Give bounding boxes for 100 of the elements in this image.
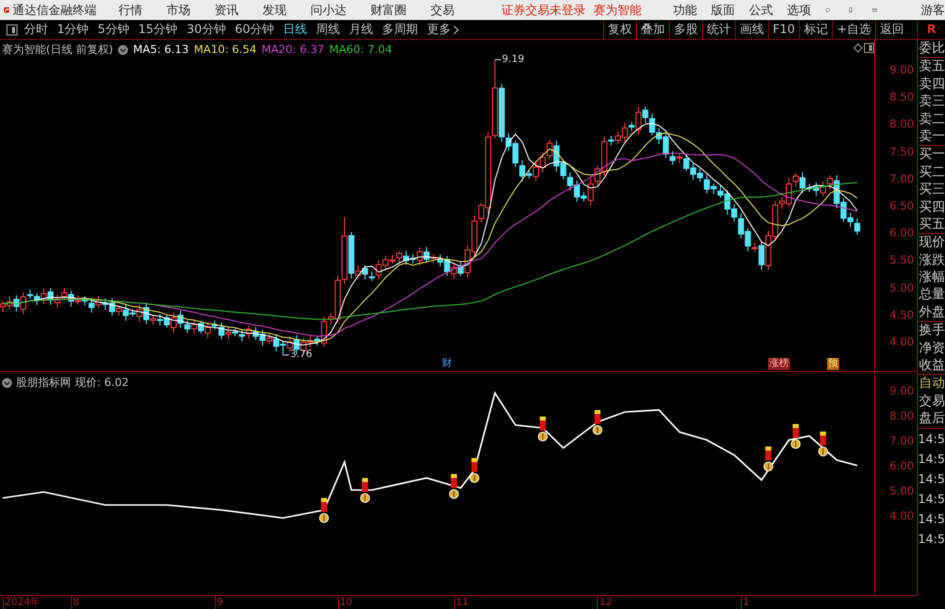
quote-field-label: 涨幅: [919, 269, 945, 286]
quote-field-label: 换手: [919, 322, 945, 340]
menu-item[interactable]: 资讯: [214, 2, 238, 18]
quote-field-label: 买一: [919, 146, 945, 164]
toolbar-button[interactable]: 画线: [734, 20, 768, 39]
quote-field-label: 买五: [919, 216, 945, 234]
menu-item[interactable]: 发现: [262, 2, 286, 18]
more-button[interactable]: 更多: [427, 21, 460, 38]
quote-field-label: 外盘: [919, 304, 945, 322]
axis-tick-label: 6.50: [890, 200, 914, 212]
trade-time: 14:5: [918, 490, 945, 508]
mode-toggle[interactable]: 自动: [919, 375, 945, 393]
axis-tick-label: 7.00: [890, 434, 914, 448]
trade-time: 14:5: [918, 530, 945, 548]
login-status-link[interactable]: 证券交易未登录: [502, 2, 586, 18]
dropdown-circle-icon[interactable]: [118, 44, 128, 54]
axis-tick-label: 4.00: [890, 336, 914, 348]
panel-icon: [864, 43, 874, 53]
coin-marker-icon: [538, 416, 548, 442]
indicator-title: 股朋指标网: [16, 375, 71, 390]
period-tab[interactable]: 多周期: [382, 21, 418, 38]
period-tab[interactable]: 周线: [316, 21, 340, 38]
quote-field-label: 涨跌: [919, 252, 945, 270]
stock-name-link[interactable]: 赛为智能: [594, 2, 642, 18]
app-title: 通达信金融终端: [12, 2, 96, 18]
axis-tick-label: 7.00: [890, 172, 914, 186]
menu-item[interactable]: 财富圈: [370, 2, 406, 18]
event-tag[interactable]: 财: [441, 358, 453, 370]
quote-field-label: 买二: [919, 164, 945, 182]
moving-average-value: MA10: 6.54: [194, 43, 257, 56]
period-tab[interactable]: 30分钟: [186, 21, 226, 38]
period-tab[interactable]: 15分钟: [138, 21, 178, 38]
toolbar-button[interactable]: 复权: [602, 20, 636, 39]
period-tab[interactable]: 5分钟: [98, 21, 130, 38]
toolbar-button[interactable]: 统计: [702, 20, 735, 39]
axis-tick-label: 5.50: [890, 254, 914, 267]
panel-toggle-icon[interactable]: [6, 24, 18, 36]
axis-tick-label: 9.00: [890, 384, 914, 398]
menu-item[interactable]: 公式: [748, 2, 773, 18]
quote-field-label: 卖二: [919, 110, 945, 128]
quote-field-label: 现价: [919, 234, 945, 252]
axis-tick-label: 5.00: [890, 484, 914, 498]
quote-field-label: 卖一: [919, 128, 945, 146]
axis-tick-label: 6.00: [890, 460, 914, 472]
coin-marker-icon: [360, 478, 370, 503]
menu-item[interactable]: 问小达: [310, 2, 346, 18]
toolbar-button[interactable]: 叠加: [636, 20, 669, 39]
panel-label[interactable]: 盘后: [919, 410, 945, 428]
date-axis-label: 2024年: [2, 596, 40, 609]
toolbar-button[interactable]: 标记: [798, 20, 832, 39]
period-tab[interactable]: 日线: [283, 21, 308, 38]
moving-average-value: MA20: 6.37: [262, 43, 324, 56]
quote-field-label: 净资: [919, 340, 945, 358]
quote-field-label: 收益: [919, 357, 945, 374]
period-tab[interactable]: 分时: [24, 21, 48, 38]
period-tab[interactable]: 1分钟: [57, 21, 89, 38]
menu-item[interactable]: 交易: [430, 2, 454, 18]
chevron-icon: [453, 24, 460, 34]
menu-item[interactable]: 功能: [672, 2, 697, 18]
axis-tick-label: 8.00: [890, 118, 914, 131]
coin-marker-icon: [818, 432, 828, 456]
date-axis-label: 9: [214, 596, 224, 609]
quote-field-label: 买四: [919, 198, 945, 216]
period-tab[interactable]: 月线: [349, 21, 374, 38]
moving-average-value: MA60: 7.04: [329, 43, 392, 56]
toolbar-button[interactable]: F10: [768, 20, 799, 39]
axis-tick-label: 9.00: [890, 64, 914, 76]
menu-item[interactable]: 版面: [710, 2, 735, 18]
axis-tick-label: 5.00: [890, 281, 914, 294]
axis-tick-label: 4.00: [890, 510, 914, 522]
date-axis-label: 1: [741, 596, 750, 609]
toolbar-button[interactable]: +自选: [832, 20, 875, 39]
period-tab[interactable]: 60分钟: [234, 21, 274, 38]
trade-time: 14:5: [918, 510, 945, 528]
event-tag[interactable]: 涨榜: [768, 358, 790, 370]
panel-toggle-button[interactable]: R: [917, 20, 945, 39]
coin-marker-icon: [470, 458, 480, 483]
quote-field-label: 委比: [919, 40, 945, 58]
menu-item[interactable]: 选项: [786, 2, 811, 18]
date-axis-label: 11: [454, 596, 469, 609]
date-axis-label: 10: [338, 596, 352, 609]
dropdown-circle-icon[interactable]: [2, 378, 12, 388]
coin-marker-icon: [449, 474, 459, 499]
user-name[interactable]: 游客: [921, 2, 945, 18]
leader-line: [282, 354, 290, 356]
date-axis-label: 8: [71, 596, 80, 609]
trade-time: 14:5: [918, 450, 945, 468]
date-axis-label: 12: [597, 596, 612, 609]
toolbar-button[interactable]: 返回: [875, 20, 908, 39]
coin-marker-icon: [592, 410, 602, 435]
menu-item[interactable]: 行情: [118, 2, 142, 18]
coin-marker-icon: [763, 446, 774, 472]
axis-tick-label: 7.50: [890, 145, 914, 158]
toolbar-button[interactable]: 多股: [668, 20, 702, 39]
panel-label[interactable]: 交易: [919, 392, 945, 410]
indicator-reading: 现价: 6.02: [75, 375, 129, 390]
menu-item[interactable]: 市场: [166, 2, 190, 18]
price-high-label: 9.19: [502, 54, 524, 65]
axis-tick-label: 4.50: [890, 308, 914, 322]
coin-marker-icon: [319, 498, 329, 523]
